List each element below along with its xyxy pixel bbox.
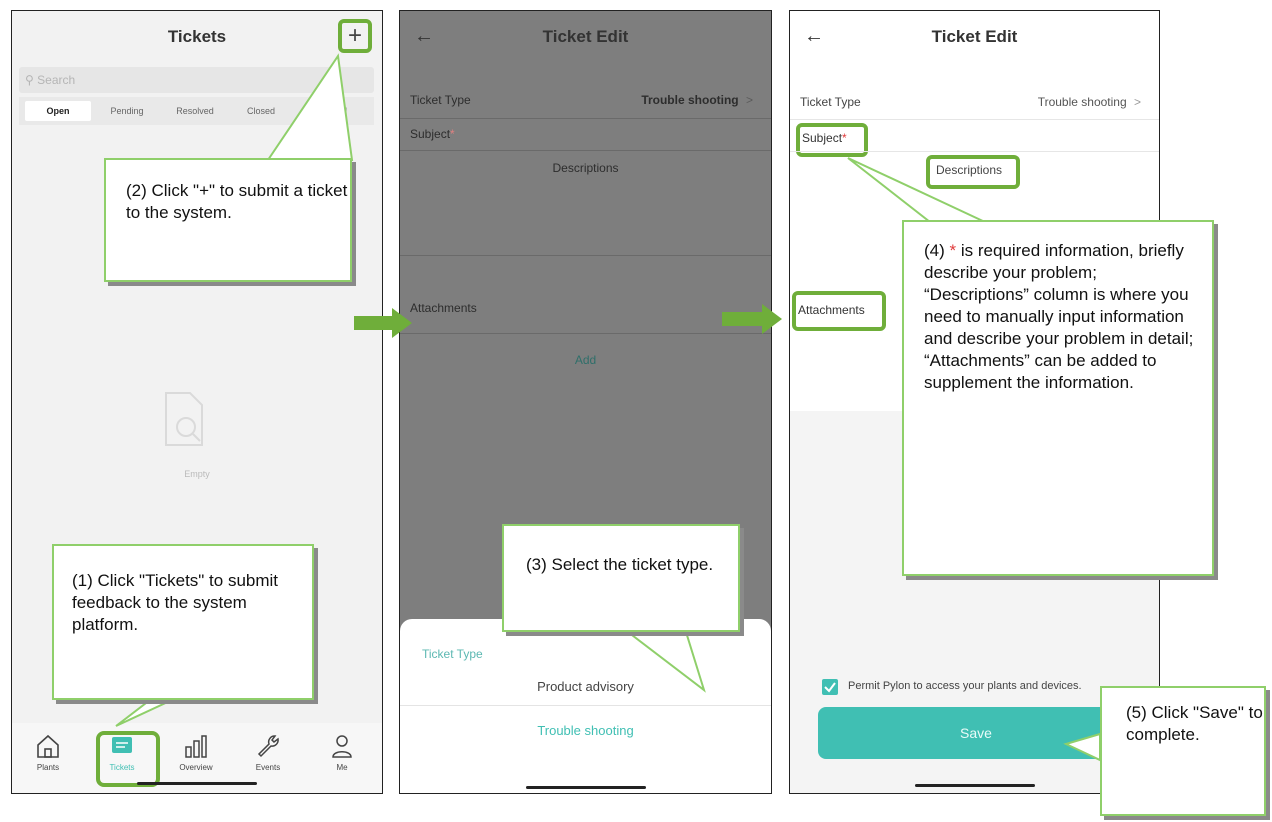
callout-step-1: (1) Click "Tickets" to submit feedback t…: [52, 544, 314, 700]
callout-4-text: is required information, briefly describ…: [924, 241, 1194, 392]
callout-step-5: (5) Click "Save" to complete.: [1100, 686, 1266, 816]
callout-step-4: (4) * is required information, briefly d…: [902, 220, 1214, 576]
callout-4-prefix: (4): [924, 241, 950, 260]
callout-step-2: (2) Click "+" to submit a ticket to the …: [104, 158, 352, 282]
callout-step-3: (3) Select the ticket type.: [502, 524, 740, 632]
